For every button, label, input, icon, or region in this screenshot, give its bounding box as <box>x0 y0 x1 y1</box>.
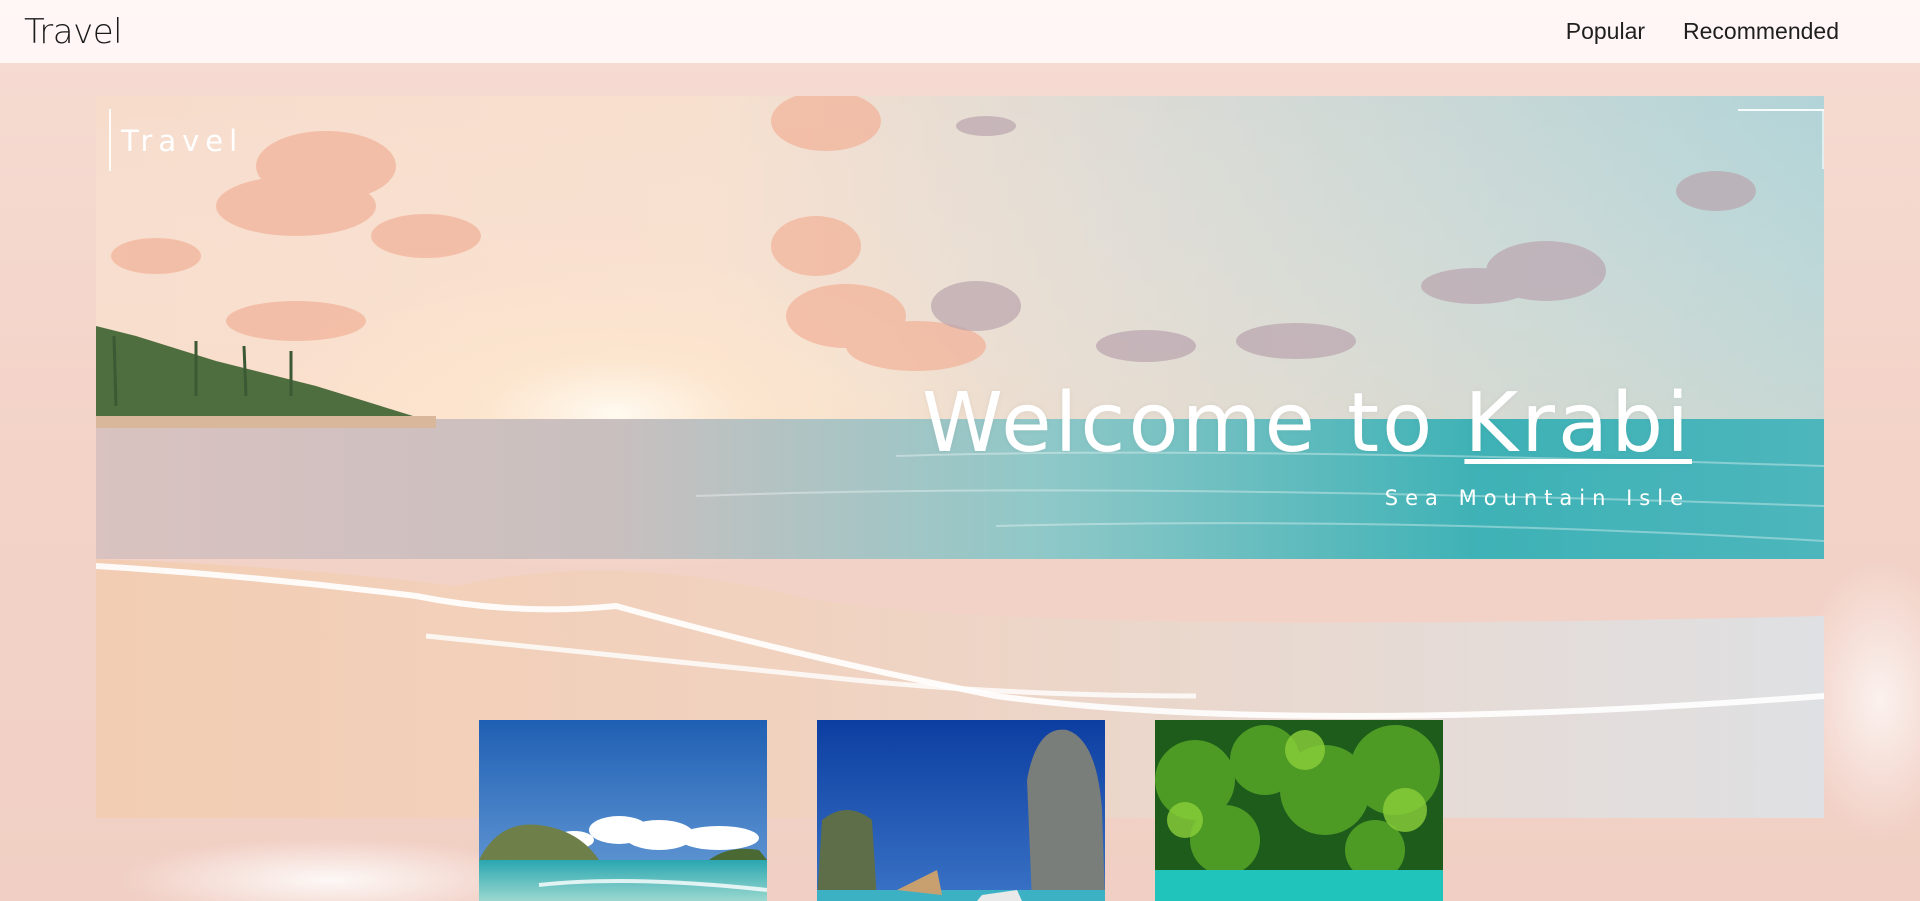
hero-title-prefix: Welcome to <box>921 376 1465 471</box>
hero-banner: Travel Welcome to Krabi Sea Mountain Isl… <box>96 96 1824 818</box>
thumbnail-limestone-cliffs[interactable] <box>817 720 1105 901</box>
jungle-lagoon-image <box>1155 720 1443 901</box>
hero-frame-line <box>1738 109 1824 111</box>
thumbnail-island-beach[interactable] <box>479 720 767 901</box>
nav-link-recommended[interactable]: Recommended <box>1683 18 1839 45</box>
hero-frame-line <box>1822 109 1824 169</box>
thumbnail-jungle-lagoon[interactable] <box>1155 720 1443 901</box>
hero-frame-line <box>109 109 111 171</box>
nav-links: Popular Recommended <box>1566 18 1920 45</box>
limestone-cliffs-boats-image <box>817 720 1105 901</box>
site-logo[interactable]: Travel <box>24 12 123 52</box>
hero-title-highlight[interactable]: Krabi <box>1464 376 1692 471</box>
hero-brand: Travel <box>121 124 244 158</box>
island-beach-image <box>479 720 767 901</box>
nav-link-popular[interactable]: Popular <box>1566 18 1645 45</box>
top-navbar: Travel Popular Recommended <box>0 0 1920 63</box>
hero-subtitle: Sea Mountain Isle <box>1384 486 1690 510</box>
thumbnail-gallery <box>479 720 1443 901</box>
hero-title: Welcome to Krabi <box>922 376 1692 471</box>
